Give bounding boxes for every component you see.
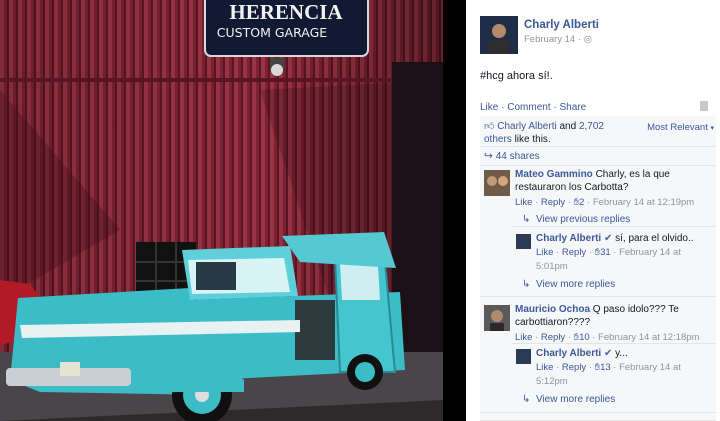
reply-arrow-icon: ↳ (522, 279, 531, 290)
reply-like[interactable]: Like (536, 247, 553, 258)
comment-like[interactable]: Like (515, 332, 532, 343)
view-previous-label: View previous replies (535, 214, 631, 225)
share-action[interactable]: Share (560, 102, 587, 113)
reply-like[interactable]: Like (536, 362, 553, 373)
reply-avatar[interactable] (516, 234, 531, 249)
view-previous-replies[interactable]: ↳ View previous replies (522, 214, 630, 225)
post-photo[interactable]: HERENCIA CUSTOM GARAGE (0, 0, 443, 421)
comment-body: Mateo Gammino Charly, es la que restaura… (515, 168, 710, 209)
author-avatar[interactable] (480, 16, 518, 54)
sort-label: Most Relevant (647, 122, 708, 133)
view-more-label: View more replies (535, 279, 616, 290)
reply-reply[interactable]: Reply (562, 362, 586, 373)
comment-author[interactable]: Mateo Gammino (515, 169, 593, 180)
reply-meta: Like · Reply · ✋︎31 · February 14 at 5:0… (536, 247, 681, 272)
likes-and: and (556, 121, 579, 132)
actions-sep-2: · (550, 102, 560, 113)
likes-suffix: like this. (511, 134, 551, 145)
divider (480, 412, 716, 413)
post-panel: Charly Alberti February 14 · ◎ #hcg ahor… (466, 0, 720, 421)
reply-author[interactable]: Charly Alberti (536, 233, 601, 244)
likes-summary: 👍︎ Charly Alberti and 2,702 others like … (480, 116, 716, 147)
person-icon (484, 305, 510, 331)
comment-reply[interactable]: Reply (541, 332, 565, 343)
likes-name[interactable]: Charly Alberti (497, 121, 556, 132)
person-icon (480, 16, 518, 54)
viewer-root: { "photo": {"sign_line1": "HERENCIA", "s… (0, 0, 720, 421)
comment-like-count[interactable]: 10 (579, 332, 590, 343)
person-icon (484, 170, 510, 196)
like-action[interactable]: Like (480, 102, 498, 113)
reply-text: y... (612, 348, 628, 359)
flag-icon[interactable] (700, 101, 708, 111)
globe-icon: ◎ (583, 34, 592, 45)
divider (512, 343, 716, 344)
actions-sep-1: · (498, 102, 508, 113)
share-icon: ↪ (484, 150, 493, 162)
post-author-name[interactable]: Charly Alberti (524, 19, 599, 31)
view-more-replies[interactable]: ↳ View more replies (522, 394, 615, 405)
post-date: February 14 · ◎ (524, 34, 592, 45)
photo-area: HERENCIA CUSTOM GARAGE (0, 0, 466, 421)
sort-dropdown[interactable]: Most Relevant ▾ (647, 122, 714, 133)
reply-like-count[interactable]: 31 (600, 247, 611, 258)
comment-reply[interactable]: Reply (541, 197, 565, 208)
sign-herencia: HERENCIA (229, 0, 343, 24)
comment-action[interactable]: Comment (507, 102, 550, 113)
reply-text: sí, para el olvido.. (612, 233, 694, 244)
view-more-replies[interactable]: ↳ View more replies (522, 279, 615, 290)
reply-arrow-icon: ↳ (522, 394, 531, 405)
divider (480, 296, 716, 297)
commenter-avatar[interactable] (484, 170, 510, 196)
post-date-text[interactable]: February 14 · (524, 34, 584, 45)
shares-bar[interactable]: ↪ 44 shares (480, 147, 716, 166)
divider (512, 226, 716, 227)
commenter-avatar[interactable] (484, 305, 510, 331)
reply-reply[interactable]: Reply (562, 247, 586, 258)
reply-avatar[interactable] (516, 349, 531, 364)
shares-count[interactable]: 44 shares (496, 151, 540, 162)
reply-body: Charly Alberti ✔ sí, para el olvido.. Li… (536, 232, 714, 274)
sign-custom-garage: CUSTOM GARAGE (217, 25, 327, 40)
post-actions: Like · Comment · Share (480, 102, 586, 113)
comments-section: Mateo Gammino Charly, es la que restaura… (480, 166, 716, 421)
reply-like-count[interactable]: 13 (600, 362, 611, 373)
comment-meta: Like · Reply · ✋︎2 · February 14 at 12:1… (515, 197, 695, 208)
comment-author[interactable]: Mauricio Ochoa (515, 304, 590, 315)
reply-arrow-icon: ↳ (522, 214, 531, 225)
reply-body: Charly Alberti ✔ y... Like · Reply · ✋︎1… (536, 347, 714, 389)
comment-body: Mauricio Ochoa Q paso idolo??? Te carbot… (515, 303, 710, 344)
reply-author[interactable]: Charly Alberti (536, 348, 601, 359)
thumbs-up-icon: 👍︎ (484, 121, 495, 132)
caret-down-icon: ▾ (710, 125, 714, 132)
comment-time[interactable]: February 14 at 12:19pm (593, 197, 694, 208)
comment-like[interactable]: Like (515, 197, 532, 208)
comment-time[interactable]: February 14 at 12:18pm (598, 332, 699, 343)
view-more-label: View more replies (535, 394, 616, 405)
reply-meta: Like · Reply · ✋︎13 · February 14 at 5:1… (536, 362, 681, 387)
post-text: #hcg ahora sí!. (480, 70, 553, 82)
photo-illustration: HERENCIA CUSTOM GARAGE (0, 0, 443, 421)
